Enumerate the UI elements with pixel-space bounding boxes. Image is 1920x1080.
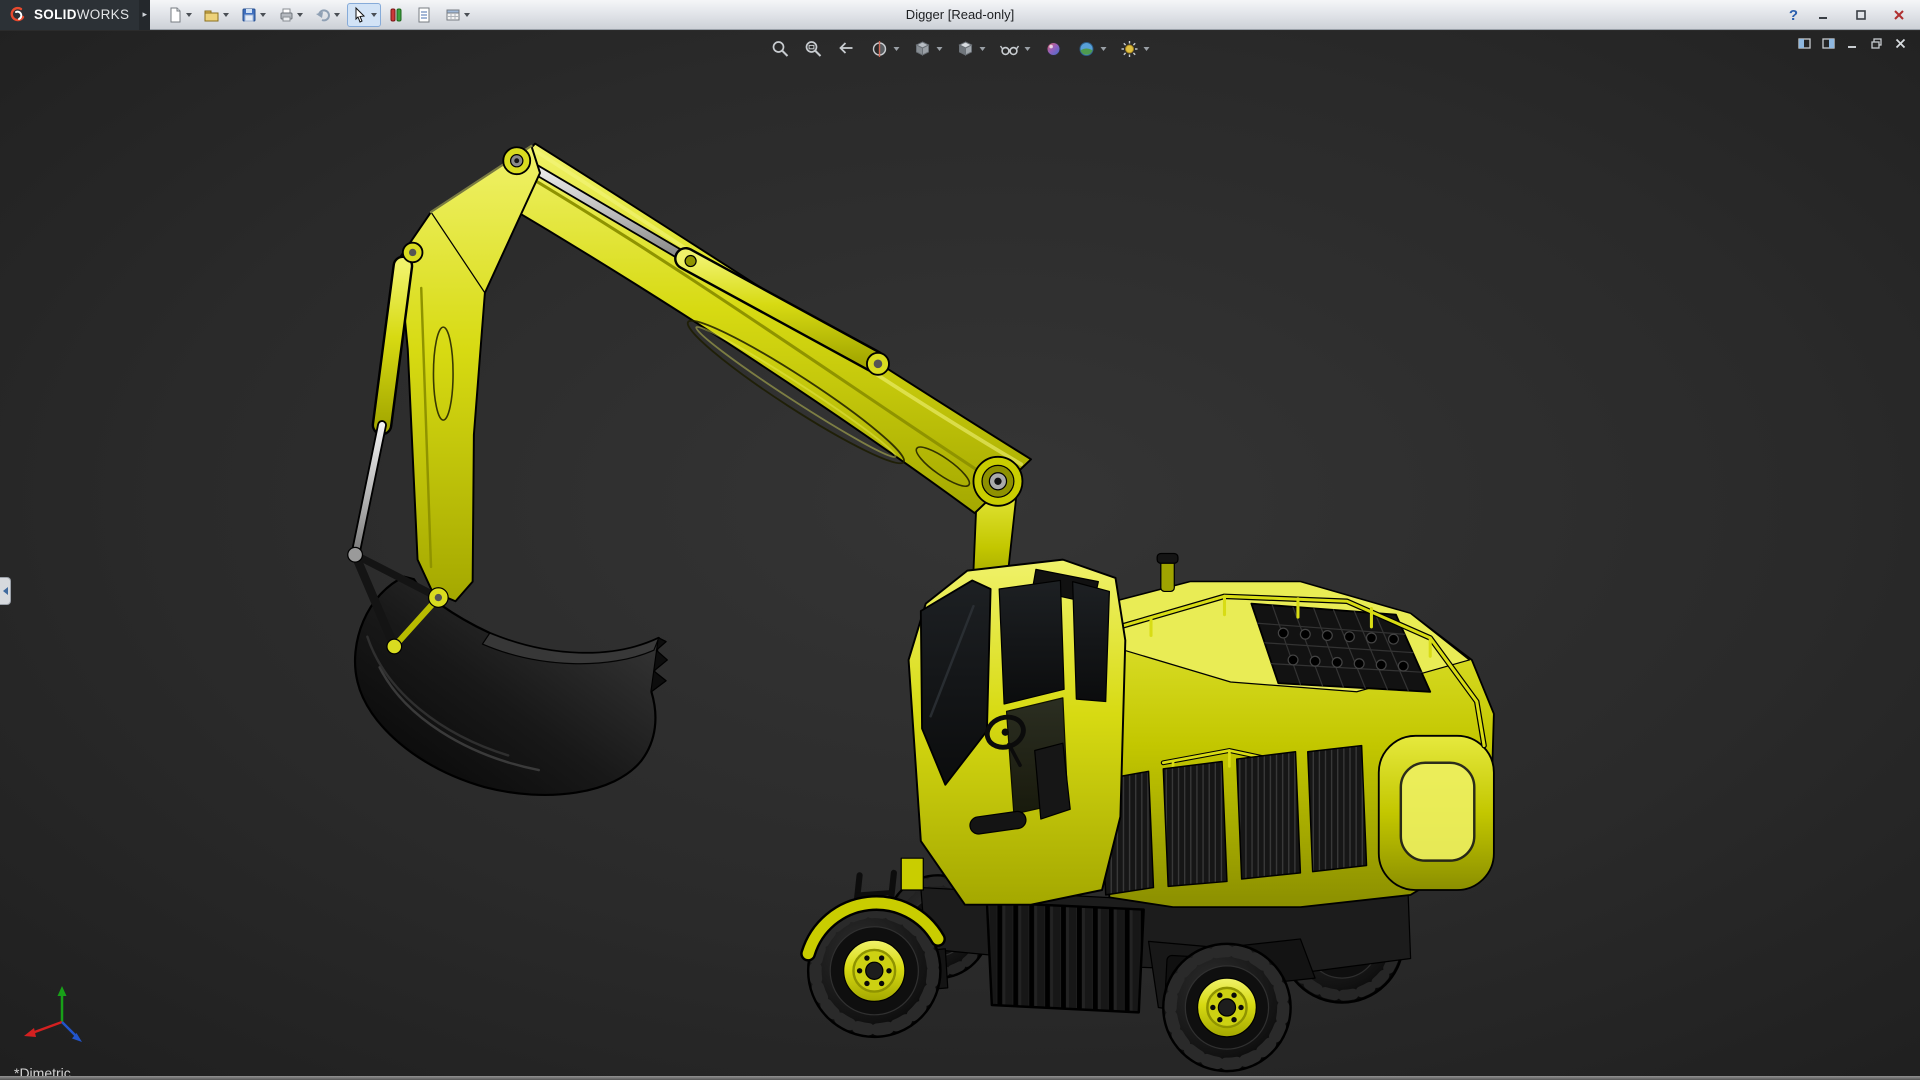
new-document-button[interactable] — [162, 3, 196, 27]
logo-text: SOLIDWORKS — [34, 7, 129, 22]
zoom-to-area-button[interactable] — [801, 37, 827, 61]
restore-document-button[interactable] — [1869, 36, 1884, 56]
minimize-icon — [1817, 9, 1829, 21]
edit-appearance-button[interactable] — [1041, 37, 1067, 61]
zoom-to-fit-icon — [771, 39, 791, 59]
select-tool-button[interactable] — [347, 3, 381, 27]
boom-pivot-pin — [973, 457, 1022, 506]
minimize-button[interactable] — [1810, 5, 1836, 25]
tile-pane-left-icon — [1797, 36, 1812, 51]
close-icon — [1893, 9, 1905, 21]
tile-pane-right-icon — [1821, 36, 1836, 51]
maximize-button[interactable] — [1848, 5, 1874, 25]
triad-x-axis — [24, 1028, 36, 1037]
rebuild-trafficlight-icon — [388, 6, 404, 24]
edit-appearance-ball-icon — [1044, 39, 1064, 59]
side-window-front — [999, 580, 1064, 704]
previous-view-icon — [837, 39, 857, 59]
triad-y-axis — [58, 986, 67, 996]
minimize-document-icon — [1845, 36, 1860, 51]
model-viewport-render[interactable] — [0, 31, 1920, 1076]
close-document-button[interactable] — [1893, 36, 1908, 56]
graphics-area[interactable]: *Dimetric — [0, 31, 1920, 1076]
main-toolbar — [150, 3, 474, 27]
view-orientation-button[interactable] — [910, 37, 946, 61]
apply-scene-icon — [1077, 39, 1097, 59]
print-button[interactable] — [273, 3, 307, 27]
hide-show-glasses-icon — [999, 39, 1021, 59]
view-settings-icon — [1120, 39, 1140, 59]
solidworks-window: SOLIDWORKS ▸ — [0, 0, 1920, 1080]
view-settings-button[interactable] — [1117, 37, 1153, 61]
window-controls: ? — [1789, 0, 1912, 30]
save-floppy-icon — [240, 6, 258, 24]
help-icon[interactable]: ? — [1789, 7, 1798, 24]
close-button[interactable] — [1886, 5, 1912, 25]
tile-pane-right-button[interactable] — [1821, 36, 1836, 56]
heads-up-view-toolbar — [768, 37, 1153, 61]
minimize-document-button[interactable] — [1845, 36, 1860, 56]
close-document-icon — [1893, 36, 1908, 51]
orientation-triad — [16, 982, 96, 1050]
restore-document-icon — [1869, 36, 1884, 51]
display-style-button[interactable] — [953, 37, 989, 61]
options-button[interactable] — [440, 3, 474, 27]
window-title: Digger [Read-only] — [906, 7, 1014, 22]
select-cursor-icon — [351, 6, 369, 24]
zoom-to-area-icon — [804, 39, 824, 59]
undo-button[interactable] — [310, 3, 344, 27]
options-table-icon — [444, 6, 462, 24]
display-style-icon — [956, 39, 976, 59]
solidworks-logo[interactable]: SOLIDWORKS — [0, 0, 139, 30]
zoom-to-fit-button[interactable] — [768, 37, 794, 61]
view-orientation-label: *Dimetric — [14, 1065, 71, 1076]
title-bar: SOLIDWORKS ▸ — [0, 0, 1920, 30]
apply-scene-button[interactable] — [1074, 37, 1110, 61]
status-strip — [0, 1076, 1920, 1080]
hide-show-items-button[interactable] — [996, 37, 1034, 61]
open-folder-icon — [203, 6, 221, 24]
exhaust-stack — [1161, 560, 1174, 592]
new-document-icon — [166, 6, 184, 24]
open-button[interactable] — [199, 3, 233, 27]
feature-manager-collapsed-tab[interactable] — [0, 577, 11, 605]
save-button[interactable] — [236, 3, 270, 27]
section-view-icon — [870, 39, 890, 59]
print-icon — [277, 6, 295, 24]
side-window-rear — [1073, 582, 1110, 702]
previous-view-button[interactable] — [834, 37, 860, 61]
undo-arrow-icon — [314, 6, 332, 24]
tile-pane-left-button[interactable] — [1797, 36, 1812, 56]
file-properties-button[interactable] — [411, 3, 437, 27]
cab[interactable] — [901, 560, 1125, 905]
document-window-controls — [1797, 36, 1908, 56]
solidworks-3s-mark-icon — [8, 6, 28, 24]
cab-step — [901, 858, 923, 890]
menu-expand-chevron[interactable]: ▸ — [139, 0, 150, 30]
front-right-wheel[interactable] — [1163, 944, 1290, 1071]
section-view-button[interactable] — [867, 37, 903, 61]
collapse-arrow-icon — [3, 587, 8, 595]
view-orientation-cube-icon — [913, 39, 933, 59]
maximize-icon — [1855, 9, 1867, 21]
file-properties-icon — [415, 6, 433, 24]
rebuild-button[interactable] — [384, 3, 408, 27]
